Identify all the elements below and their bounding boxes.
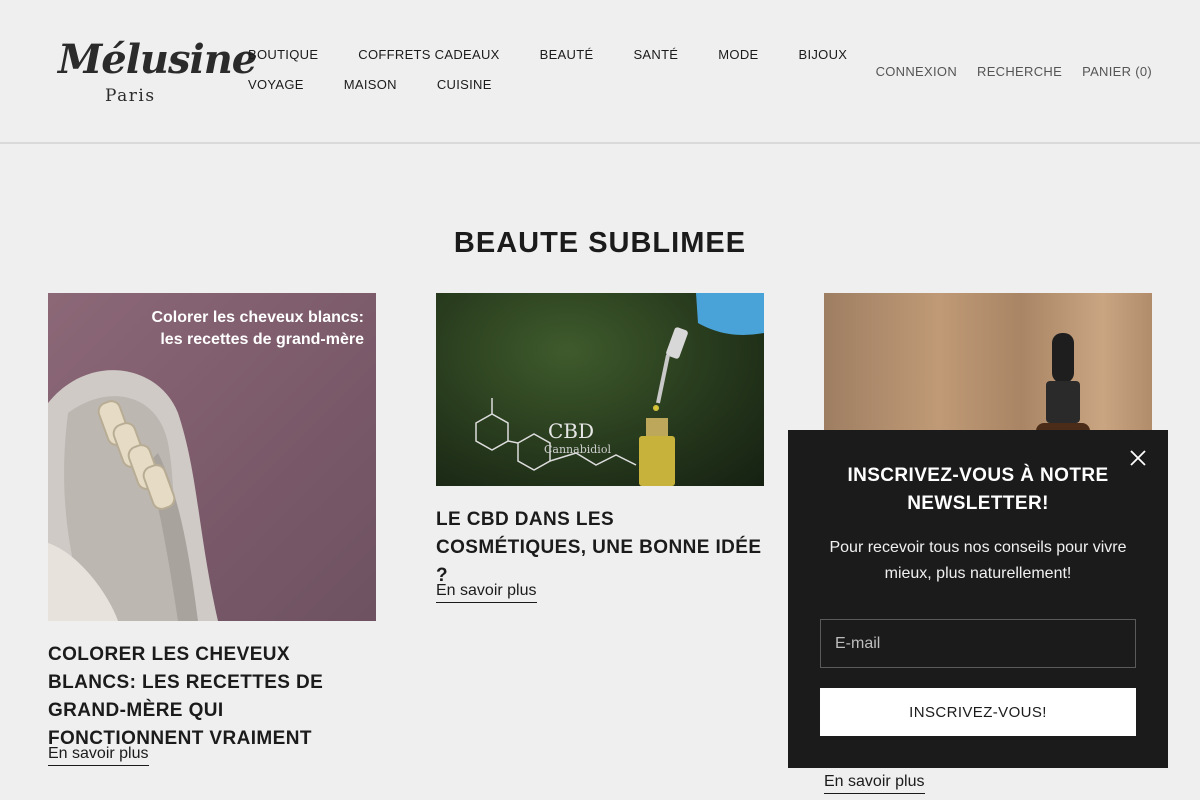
nav-sante[interactable]: SANTÉ xyxy=(633,47,678,62)
newsletter-heading: INSCRIVEZ-VOUS À NOTRE NEWSLETTER! xyxy=(847,465,1109,514)
nav-row-1: BOUTIQUE COFFRETS CADEAUX BEAUTÉ SANTÉ MODE B… xyxy=(248,46,887,64)
login-link[interactable]: CONNEXION xyxy=(876,64,957,79)
nav-mode[interactable]: MODE xyxy=(718,47,758,62)
logo-sub: Paris xyxy=(105,86,156,106)
image-caption-line-1: Colorer les cheveux blancs: xyxy=(151,309,364,326)
nav-voyage[interactable]: VOYAGE xyxy=(248,77,304,92)
image-caption-line-2: les recettes de grand-mère xyxy=(160,331,364,348)
nav-coffrets-cadeaux[interactable]: COFFRETS CADEAUX xyxy=(358,47,499,62)
article-title[interactable]: COLORER LES CHEVEUX BLANCS: LES RECETTES… xyxy=(48,641,376,753)
nav-maison[interactable]: MAISON xyxy=(344,77,397,92)
nav-boutique[interactable]: BOUTIQUE xyxy=(248,47,318,62)
close-icon[interactable] xyxy=(1128,448,1148,468)
nav-bijoux[interactable]: BIJOUX xyxy=(798,47,847,62)
cart-link[interactable]: PANIER (0) xyxy=(1082,64,1152,79)
article-image[interactable]: CBD Cannabidiol xyxy=(436,293,764,486)
read-more-link[interactable]: En savoir plus xyxy=(48,745,149,766)
nav-beaute[interactable]: BEAUTÉ xyxy=(540,47,594,62)
site-header: Mélusine Paris BOUTIQUE COFFRETS CADEAUX B… xyxy=(0,0,1200,144)
cbd-text: CBD xyxy=(548,419,595,443)
page-title: BEAUTE SUBLIMEE xyxy=(453,227,747,260)
logo-script: Mélusine xyxy=(58,36,257,83)
nav-row-2: VOYAGE MAISON CUISINE xyxy=(248,76,532,94)
secondary-nav: CONNEXION RECHERCHE PANIER (0) xyxy=(856,63,1152,81)
article-card: CBD Cannabidiol LE CBD DANS LES COSMÉTIQ… xyxy=(436,293,764,603)
newsletter-popup: INSCRIVEZ-VOUS À NOTRE NEWSLETTER! Pour … xyxy=(788,430,1168,768)
image-caption: Colorer les cheveux blancs: les recettes… xyxy=(151,307,364,351)
email-field[interactable] xyxy=(820,619,1136,668)
article-title[interactable]: LE CBD DANS LES COSMÉTIQUES, UNE BONNE I… xyxy=(436,506,764,590)
article-card: Colorer les cheveux blancs: les recettes… xyxy=(48,293,376,766)
nav-cuisine[interactable]: CUISINE xyxy=(437,77,492,92)
read-more-link[interactable]: En savoir plus xyxy=(824,773,925,794)
read-more-link[interactable]: En savoir plus xyxy=(436,582,537,603)
newsletter-description: Pour recevoir tous nos conseils pour viv… xyxy=(829,539,1127,582)
search-link[interactable]: RECHERCHE xyxy=(977,64,1062,79)
logo[interactable]: Mélusine Paris xyxy=(58,36,257,110)
article-image[interactable]: Colorer les cheveux blancs: les recettes… xyxy=(48,293,376,621)
cbd-oil-illustration xyxy=(475,293,764,486)
subscribe-button[interactable]: INSCRIVEZ-VOUS! xyxy=(820,688,1136,736)
cannabidiol-text: Cannabidiol xyxy=(544,443,611,456)
